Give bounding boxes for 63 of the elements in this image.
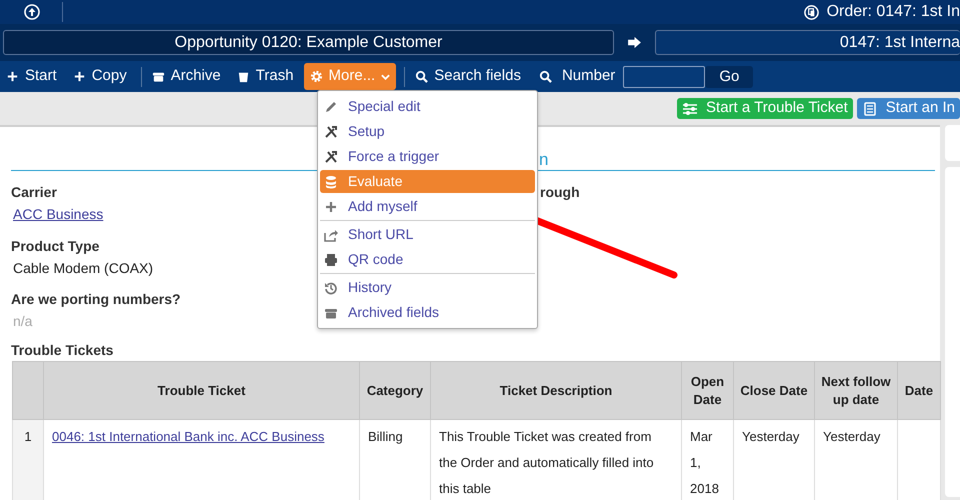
carrier-link[interactable]: ACC Business: [13, 204, 104, 224]
upload-icon[interactable]: [24, 4, 40, 20]
menu-item[interactable]: Archived fields: [320, 301, 535, 324]
history-icon: [324, 280, 338, 294]
table-cell: Yesterday: [823, 429, 880, 444]
column-header: Next follow up date: [814, 362, 898, 420]
menu-item[interactable]: Setup: [320, 120, 535, 143]
field-label: Carrier: [11, 183, 57, 202]
search-icon: [538, 70, 552, 83]
pencil-icon: [324, 100, 338, 114]
printer-icon: [324, 252, 338, 266]
row-number: 1: [12, 420, 44, 500]
column-header: Trouble Ticket: [44, 362, 360, 420]
field-label: Are we porting numbers?: [11, 290, 181, 309]
menu-item[interactable]: Force a trigger: [320, 145, 535, 168]
source-title-field[interactable]: Opportunity 0120: Example Customer: [3, 30, 614, 55]
toolbar-button[interactable]: Start: [0, 63, 63, 90]
menu-item[interactable]: History: [320, 276, 535, 299]
gear-icon: [310, 70, 323, 83]
table-cell: This Trouble Ticket was created from the Order and automatically filled into this table: [439, 429, 654, 496]
toolbar-button[interactable]: Trash: [230, 63, 300, 90]
number-field[interactable]: [623, 66, 706, 88]
column-header: Date: [898, 362, 940, 420]
column-header: Close Date: [734, 362, 814, 420]
plus-icon: [324, 200, 338, 214]
plus-icon: [72, 70, 86, 83]
order-title: Order: 0147: 1st In: [826, 2, 960, 22]
caret-icon: [381, 74, 390, 80]
toolbar-button[interactable]: Archive: [146, 63, 227, 90]
field-label: rough: [540, 183, 580, 202]
menu-item[interactable]: Short URL: [320, 223, 535, 246]
search-icon: [415, 70, 428, 83]
table-cell: Yesterday: [742, 429, 800, 444]
empty-value: n/a: [13, 312, 32, 331]
toolbar-button[interactable]: Search fields: [409, 63, 527, 90]
field-label: Product Type: [11, 237, 100, 256]
box-icon: [152, 70, 165, 83]
right-arrow-icon: [628, 37, 641, 48]
plus-icon: [6, 70, 19, 83]
trash-icon: [236, 70, 250, 83]
share-icon: [324, 228, 338, 242]
table-title: Trouble Tickets: [11, 341, 114, 360]
column-header: Category: [360, 362, 430, 420]
go-button[interactable]: Go: [705, 66, 754, 88]
copy-icon: [804, 4, 819, 20]
ticket-link[interactable]: 0046: 1st International Bank inc. ACC Business: [52, 429, 324, 444]
table-cell: Billing: [368, 429, 403, 444]
menu-item[interactable]: Special edit: [320, 95, 535, 118]
sliders-icon: [682, 102, 698, 116]
tools-icon: [324, 150, 338, 164]
column-header: Open Date: [682, 362, 734, 420]
action-button[interactable]: Start an In: [856, 98, 960, 119]
field-value: Cable Modem (COAX): [13, 259, 154, 278]
column-header: Ticket Description: [430, 362, 682, 420]
database-icon: [324, 174, 338, 188]
number-label: Number: [562, 66, 616, 86]
target-title-field[interactable]: 0147: 1st Interna: [655, 30, 960, 55]
table-cell: Mar 1, 2018: [690, 429, 719, 496]
document-icon: [862, 102, 878, 116]
toolbar-button[interactable]: Copy: [66, 63, 133, 90]
tools-icon: [324, 124, 338, 138]
menu-item[interactable]: QR code: [320, 248, 535, 271]
menu-item[interactable]: Add myself: [320, 195, 535, 218]
